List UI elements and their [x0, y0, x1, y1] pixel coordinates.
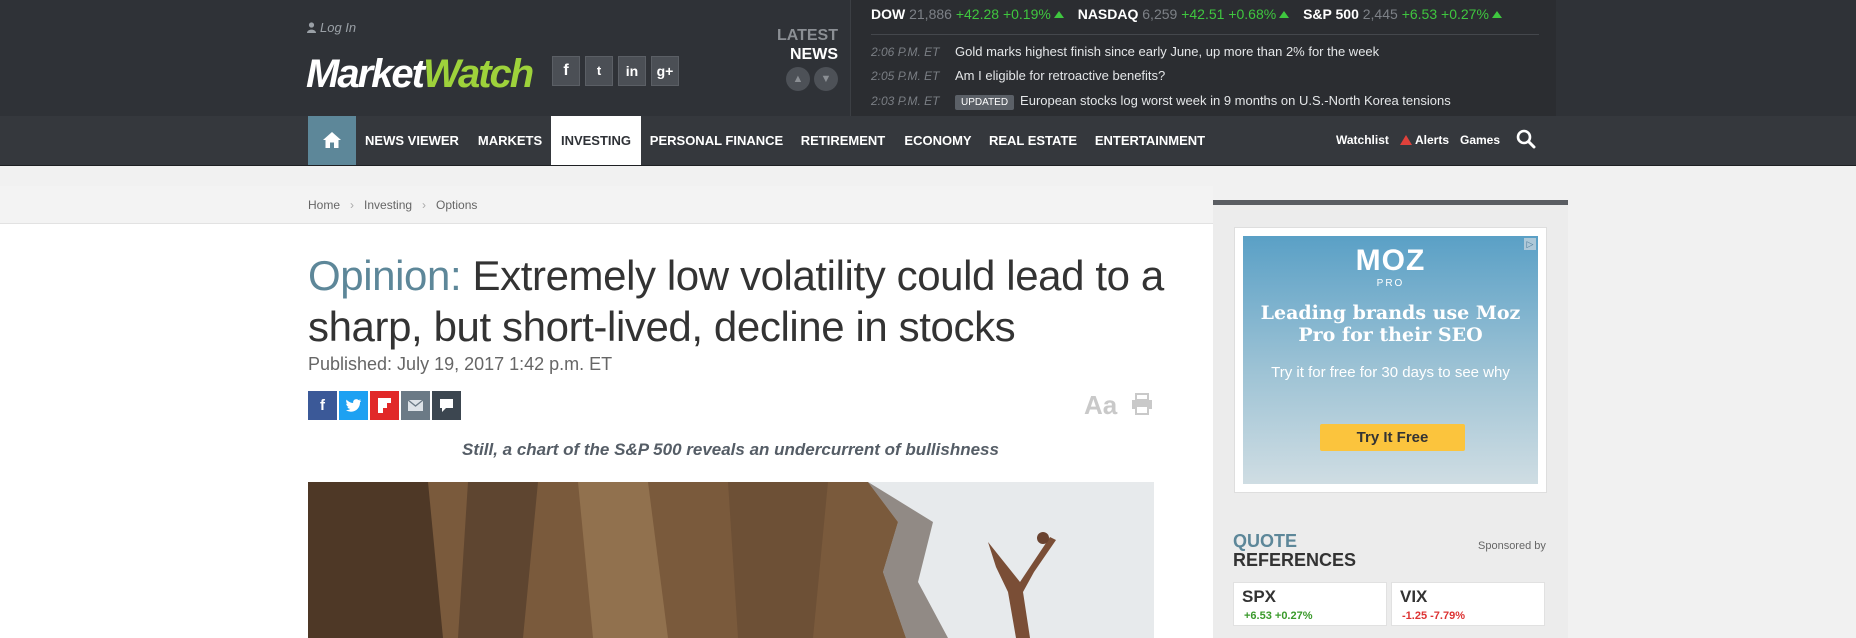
news-up-arrow-icon[interactable]: ▲ — [786, 67, 810, 91]
sponsored-label: Sponsored by — [1478, 540, 1546, 552]
news-item[interactable]: 2:06 P.M. ET Gold marks highest finish si… — [871, 44, 1379, 59]
market-index-dow[interactable]: DOW 21,886 +42.28 +0.19% — [871, 6, 1064, 22]
breadcrumb-bar: Home › Investing › Options — [0, 186, 1213, 224]
googleplus-icon[interactable]: g+ — [651, 56, 679, 86]
breadcrumb-investing[interactable]: Investing — [364, 198, 412, 212]
twitter-bird-icon — [346, 399, 361, 412]
up-arrow-icon — [1279, 11, 1290, 18]
ad-banner[interactable]: ▷ MOZ PRO Leading brands use Moz Pro for… — [1243, 236, 1538, 484]
published-date: Published: July 19, 2017 1:42 p.m. ET — [308, 354, 613, 374]
quote-card-vix[interactable]: VIX -1.25 -7.79% — [1391, 582, 1545, 626]
login-link[interactable]: Log In — [307, 20, 356, 35]
speech-bubble-icon — [440, 399, 453, 412]
share-flipboard-icon[interactable] — [370, 391, 399, 420]
marketwatch-logo[interactable]: MarketWatch — [306, 52, 534, 96]
latest-news-label: LATEST NEWS — [740, 26, 838, 64]
user-icon — [307, 22, 316, 33]
article-headline: Opinion: Extremely low volatility could … — [308, 250, 1168, 352]
logo-watch: Watch — [422, 52, 534, 96]
login-label: Log In — [320, 20, 357, 35]
flipboard-glyph-icon — [378, 398, 391, 413]
references-label: REFERENCES — [1233, 550, 1357, 570]
games-link[interactable]: Games — [1460, 116, 1500, 165]
market-strip: DOW 21,886 +42.28 +0.19% NASDAQ 6,259 +4… — [871, 6, 1512, 22]
breadcrumb-home[interactable]: Home — [308, 198, 340, 212]
ad-logo: MOZ — [1355, 244, 1426, 277]
nav-markets[interactable]: MARKETS — [470, 116, 550, 165]
news-item[interactable]: 2:05 P.M. ET Am I eligible for retroactiv… — [871, 68, 1165, 83]
nav-personal-finance[interactable]: PERSONAL FINANCE — [643, 116, 790, 165]
news-item[interactable]: 2:03 P.M. ET UPDATED European stocks log w… — [871, 93, 1451, 110]
quote-card-spx[interactable]: SPX +6.53 +0.27% — [1233, 582, 1387, 626]
news-label: NEWS — [790, 46, 838, 63]
top-header: Log In MarketWatch f t in g+ LATEST NEWS… — [0, 0, 1856, 116]
latest-label: LATEST — [776, 27, 838, 44]
up-arrow-icon — [1491, 11, 1502, 18]
ad-logo-sub: PRO — [1376, 278, 1405, 289]
text-size-button[interactable]: Aa — [1084, 390, 1117, 421]
facebook-icon[interactable]: f — [552, 56, 580, 86]
breadcrumb-separator: › — [422, 198, 427, 212]
breadcrumb-options[interactable]: Options — [436, 198, 477, 212]
comments-icon[interactable] — [432, 391, 461, 420]
share-email-icon[interactable] — [401, 391, 430, 420]
ad-subtext: Try it for free for 30 days to see why — [1271, 364, 1510, 381]
article-subheadline: Still, a chart of the S&P 500 reveals an… — [462, 440, 999, 459]
ticker-panel: DOW 21,886 +42.28 +0.19% NASDAQ 6,259 +4… — [850, 0, 1556, 116]
alert-icon — [1400, 135, 1412, 145]
home-icon — [323, 132, 341, 148]
nav-economy[interactable]: ECONOMY — [895, 116, 981, 165]
quote-label: QUOTE — [1233, 531, 1298, 551]
article-hero-image — [308, 482, 1154, 638]
quote-symbol: SPX — [1242, 587, 1277, 606]
home-button[interactable] — [308, 116, 356, 165]
ad-headline: Leading brands use Moz Pro for their SEO — [1260, 302, 1521, 346]
nav-entertainment[interactable]: ENTERTAINMENT — [1086, 116, 1214, 165]
search-icon[interactable] — [1516, 129, 1536, 149]
linkedin-icon[interactable]: in — [618, 56, 646, 86]
divider — [871, 34, 1539, 35]
logo-market: Market — [306, 52, 425, 96]
alerts-link[interactable]: Alerts — [1400, 116, 1449, 165]
quote-change: +6.53 +0.27% — [1244, 610, 1313, 622]
nav-retirement[interactable]: RETIREMENT — [793, 116, 893, 165]
updated-badge: UPDATED — [955, 95, 1015, 110]
print-icon[interactable] — [1130, 392, 1154, 416]
quote-references-title: QUOTE REFERENCES — [1233, 532, 1356, 570]
nav-real-estate[interactable]: REAL ESTATE — [983, 116, 1083, 165]
quote-symbol: VIX — [1400, 587, 1428, 606]
breadcrumb: Home › Investing › Options — [308, 198, 477, 212]
watchlist-link[interactable]: Watchlist — [1336, 116, 1389, 165]
main-nav: NEWS VIEWER MARKETS INVESTING PERSONAL F… — [0, 116, 1856, 166]
cliff-diver-photo — [308, 482, 1154, 638]
opinion-label: Opinion: — [308, 252, 462, 299]
quote-change: -1.25 -7.79% — [1402, 610, 1465, 622]
nav-news-viewer[interactable]: NEWS VIEWER — [356, 116, 468, 165]
twitter-icon[interactable]: t — [585, 56, 613, 86]
up-arrow-icon — [1053, 11, 1064, 18]
advertisement[interactable]: ▷ MOZ PRO Leading brands use Moz Pro for… — [1234, 227, 1547, 493]
breadcrumb-separator: › — [350, 198, 355, 212]
market-index-nasdaq[interactable]: NASDAQ 6,259 +42.51 +0.68% — [1078, 6, 1290, 22]
share-facebook-icon[interactable]: f — [308, 391, 337, 420]
ad-cta-button[interactable]: Try It Free — [1320, 424, 1465, 451]
nav-investing[interactable]: INVESTING — [551, 116, 641, 165]
envelope-icon — [407, 399, 424, 411]
market-index-sp500[interactable]: S&P 500 2,445 +6.53 +0.27% — [1303, 6, 1502, 22]
news-down-arrow-icon[interactable]: ▼ — [814, 67, 838, 91]
share-twitter-icon[interactable] — [339, 391, 368, 420]
